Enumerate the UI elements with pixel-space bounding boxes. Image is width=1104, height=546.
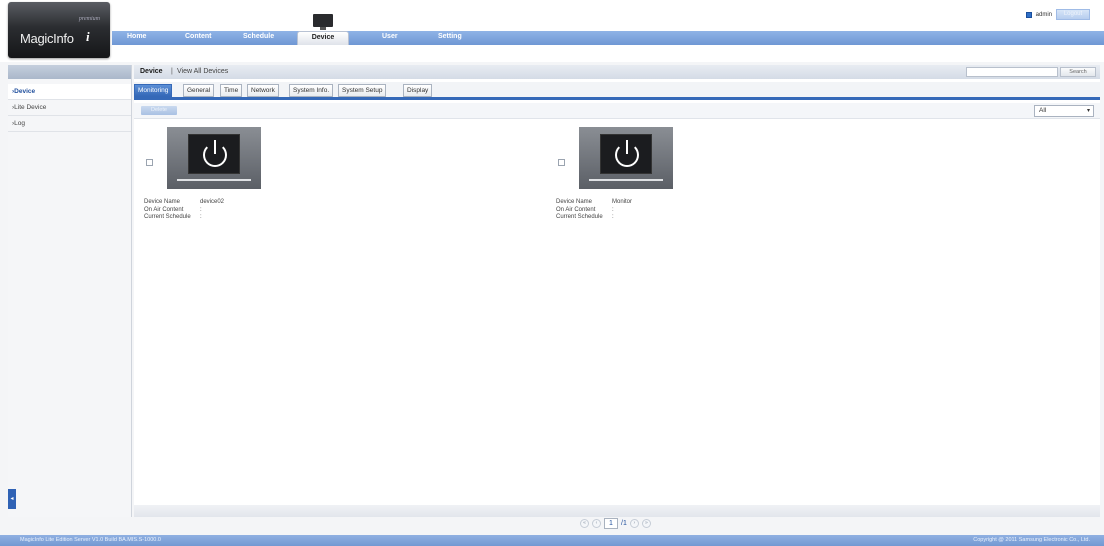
tab-system-info[interactable]: System Info. (289, 84, 334, 97)
nav-setting[interactable]: Setting (438, 33, 462, 40)
screen-base (589, 179, 663, 181)
pagination: « ‹ 1 /1 › » (580, 518, 651, 529)
device-card: Device Name Monitor On Air Content: Curre… (550, 127, 684, 231)
current-schedule-label: Current Schedule (144, 214, 191, 220)
on-air-content-label: On Air Content (556, 206, 596, 213)
device-info: Device Name device02 On Air Content: Curr… (144, 199, 224, 222)
power-icon-line (214, 140, 216, 154)
nav-content[interactable]: Content (185, 33, 211, 40)
nav-schedule[interactable]: Schedule (243, 33, 274, 40)
first-page-icon[interactable]: « (580, 519, 589, 528)
device-screen (600, 134, 652, 174)
device-thumbnail[interactable] (167, 127, 261, 189)
on-air-content-value: : (200, 206, 202, 213)
device-checkbox[interactable] (146, 159, 153, 166)
chevron-down-icon: ▾ (1086, 108, 1090, 114)
device-screen (188, 134, 240, 174)
top-nav: Home Content Schedule User Setting (112, 31, 1104, 45)
copyright-text: Copyright @ 2011 Samsung Electronic Co.,… (973, 537, 1090, 543)
current-schedule-label: Current Schedule (556, 214, 603, 220)
device-name-value: Monitor (612, 199, 633, 205)
current-schedule-value: : (612, 214, 614, 220)
sidebar-item-device[interactable]: ›Device (8, 84, 131, 100)
magicinfo-logo[interactable]: premium MagicInfo i (8, 2, 110, 58)
sidebar-header (8, 65, 131, 79)
filter-value: All (1039, 107, 1047, 114)
delete-button[interactable]: Delete (141, 106, 177, 115)
tab-monitoring[interactable]: Monitoring (134, 84, 173, 97)
on-air-content-value: : (612, 206, 614, 213)
device-card: Device Name device02 On Air Content: Curr… (138, 127, 272, 231)
header-bar: premium MagicInfo i Home Content Schedul… (0, 0, 1104, 62)
sidebar-item-label: Lite Device (14, 104, 47, 111)
tab-time[interactable]: Time (220, 84, 243, 97)
nav-user[interactable]: User (382, 33, 398, 40)
prev-page-icon[interactable]: ‹ (592, 519, 601, 528)
power-icon-line (626, 140, 628, 154)
next-page-icon[interactable]: › (629, 519, 639, 528)
title-separator: | (171, 68, 173, 75)
tab-display[interactable]: Display (403, 84, 433, 97)
current-schedule-value: : (200, 214, 202, 220)
pager-band (134, 505, 1100, 517)
on-air-content-label: On Air Content (144, 206, 184, 213)
device-thumbnail[interactable] (579, 127, 673, 189)
user-icon (1025, 11, 1032, 18)
page-title: Device (140, 68, 163, 75)
tab-network[interactable]: Network (247, 84, 279, 97)
username: admin (1035, 11, 1052, 18)
device-checkbox[interactable] (558, 159, 565, 166)
sidebar-item-label: Log (14, 120, 26, 127)
monitor-icon (313, 14, 333, 30)
version-text: MagicInfo Lite Edition Server V1.0 Build… (20, 537, 161, 543)
device-name-label: Device Name (144, 199, 181, 205)
last-page-icon[interactable]: » (641, 519, 651, 528)
logo-brand-text: MagicInfo (20, 31, 74, 46)
device-name-value: device02 (200, 199, 225, 205)
page-total: /1 (621, 520, 627, 527)
sidebar-item-lite-device[interactable]: ›Lite Device (8, 100, 131, 116)
tab-bar: Monitoring General Time Network System I… (134, 82, 1100, 100)
search-button[interactable]: Search (1060, 67, 1096, 77)
nav-home[interactable]: Home (127, 33, 146, 40)
user-box: admin Logout (1025, 9, 1090, 20)
search-input[interactable] (966, 67, 1058, 77)
sidebar-item-log[interactable]: ›Log (8, 116, 131, 132)
tab-system-setup[interactable]: System Setup (338, 84, 387, 97)
logo-premium-text: premium (78, 16, 100, 22)
logo-i-text: i (86, 29, 90, 44)
sidebar-collapse-icon[interactable]: ◂ (8, 489, 16, 509)
screen-base (177, 179, 251, 181)
page-subtitle: View All Devices (177, 68, 229, 75)
toolbar: Delete All ▾ (134, 103, 1100, 119)
sidebar: ›Device ›Lite Device ›Log ◂ (8, 65, 132, 517)
sidebar-item-label: Device (14, 88, 36, 95)
logout-button[interactable]: Logout (1056, 9, 1090, 20)
filter-select[interactable]: All ▾ (1034, 105, 1094, 117)
device-name-label: Device Name (556, 199, 593, 205)
nav-device-active[interactable]: Device (297, 14, 349, 45)
title-row: Device | View All Devices Search (134, 65, 1100, 79)
device-info: Device Name Monitor On Air Content: Curre… (556, 199, 632, 222)
page-number-input[interactable]: 1 (604, 518, 618, 529)
footer-bar: MagicInfo Lite Edition Server V1.0 Build… (0, 535, 1104, 546)
main-panel: Device | View All Devices Search Monitor… (134, 65, 1100, 517)
nav-device-label: Device (297, 31, 349, 45)
tab-general[interactable]: General (183, 84, 215, 97)
